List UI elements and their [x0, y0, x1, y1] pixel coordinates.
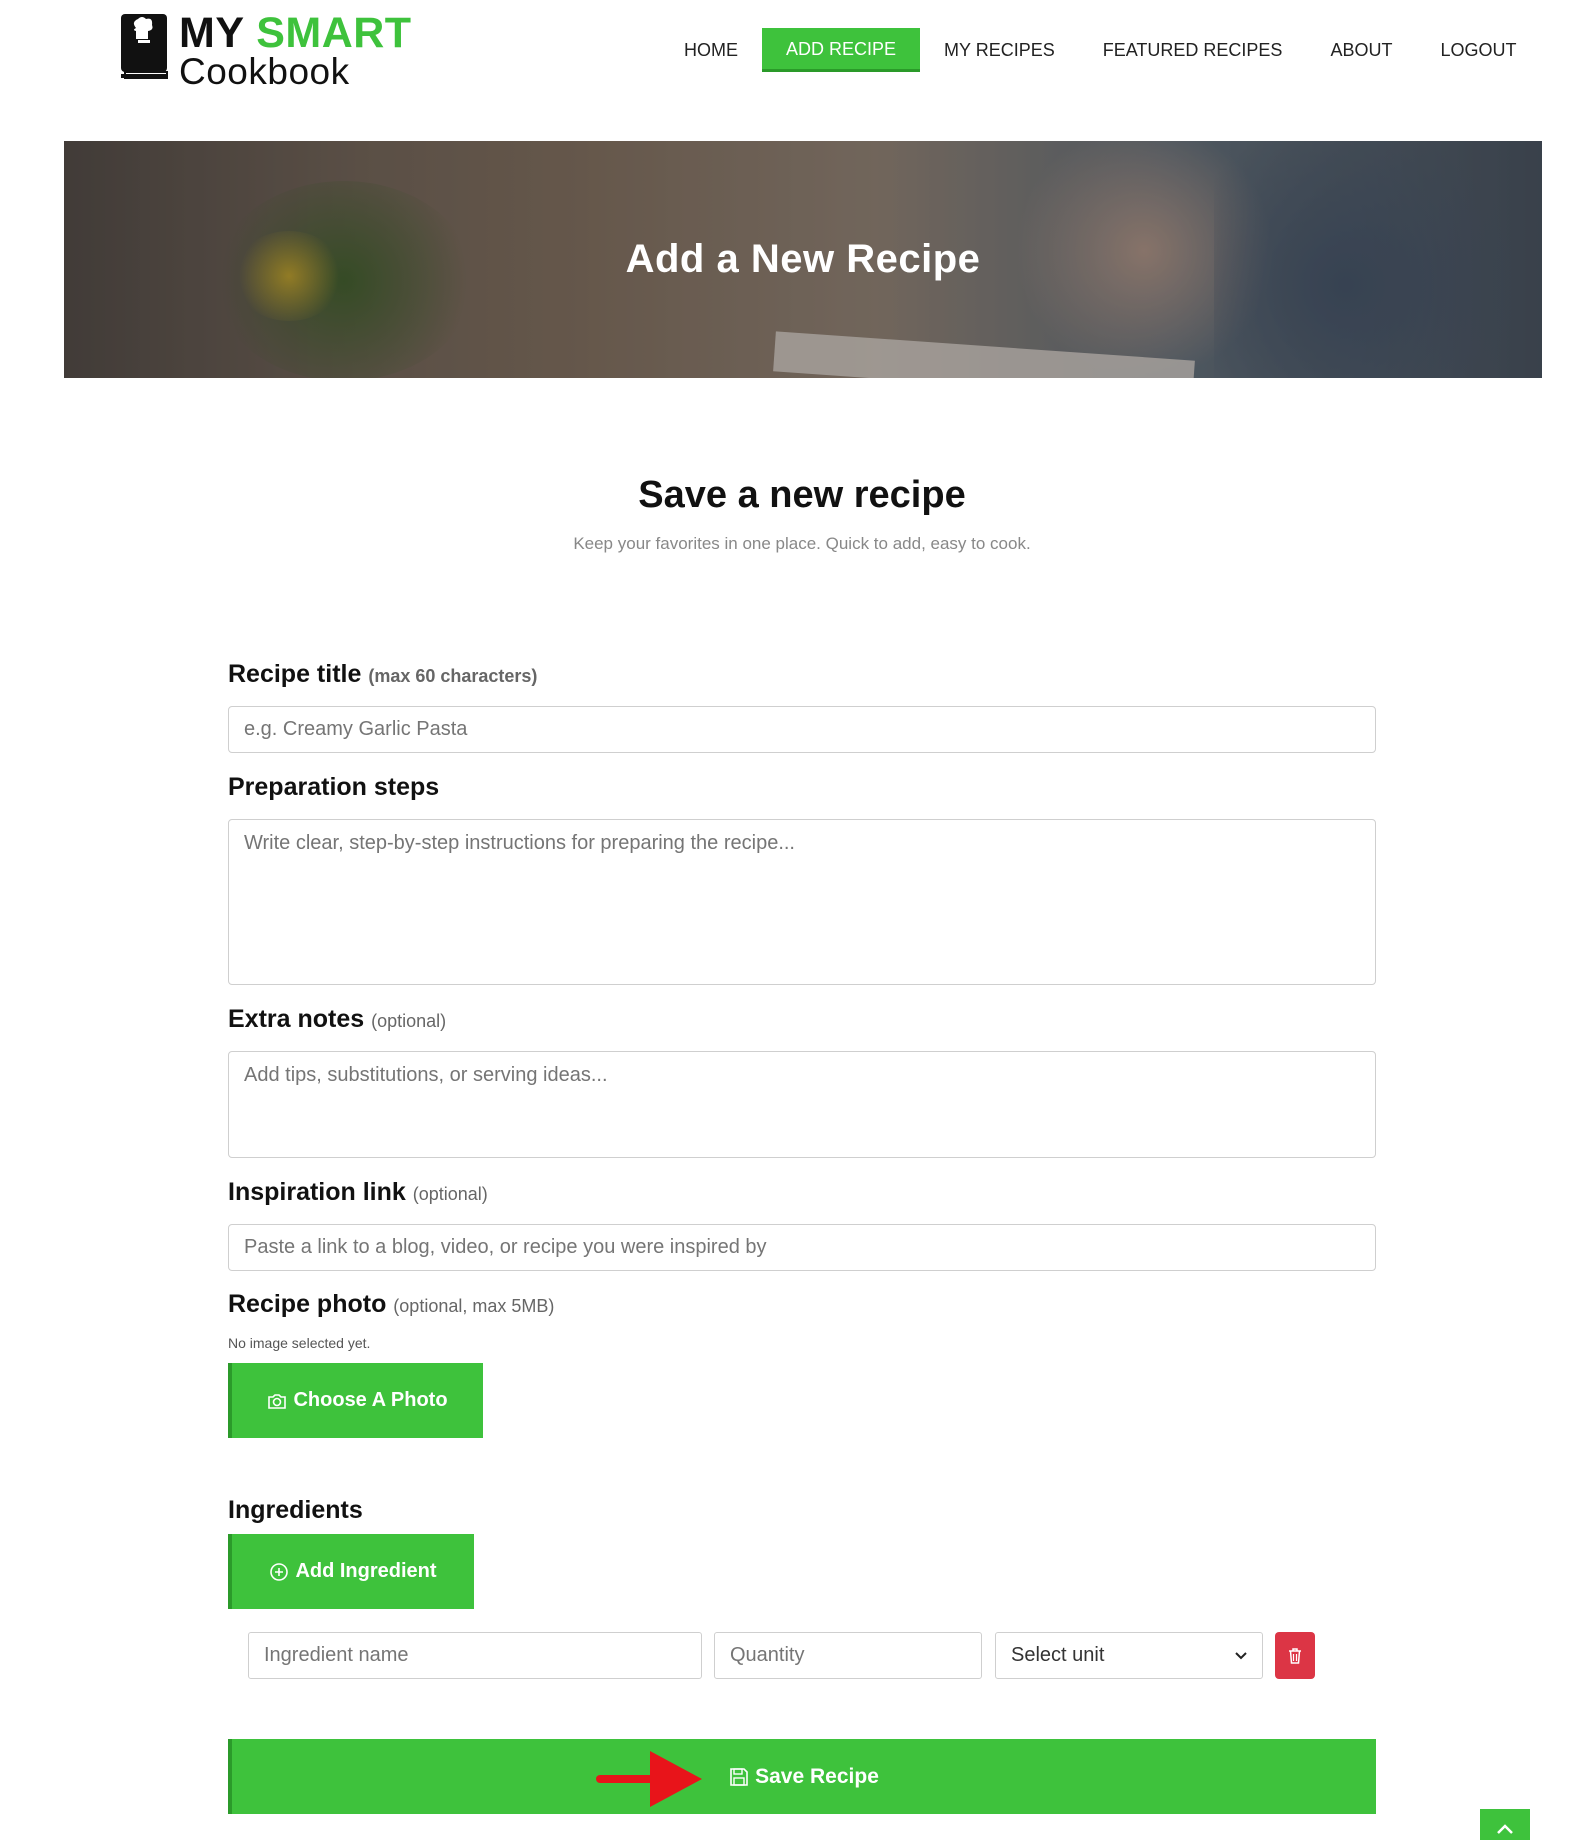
page-title: Save a new recipe: [638, 474, 966, 516]
ingredients-label: Ingredients: [228, 1496, 363, 1524]
ingredient-unit-select[interactable]: Select unit: [995, 1632, 1263, 1679]
recipe-photo-hint: (optional, max 5MB): [393, 1296, 555, 1316]
unit-select-value: Select unit: [1011, 1644, 1105, 1666]
main-nav: HOME ADD RECIPE MY RECIPES FEATURED RECI…: [660, 28, 1540, 72]
nav-featured-recipes[interactable]: FEATURED RECIPES: [1079, 28, 1307, 72]
ingredient-name-input[interactable]: [248, 1632, 702, 1679]
plus-circle-icon: [270, 1562, 289, 1581]
save-recipe-button[interactable]: Save Recipe: [228, 1739, 1376, 1814]
recipe-title-hint: (max 60 characters): [368, 666, 538, 686]
camera-icon: [268, 1393, 287, 1409]
page-subtitle: Keep your favorites in one place. Quick …: [573, 534, 1031, 553]
inspiration-link-label: Inspiration link (optional): [228, 1178, 488, 1206]
brand-word-cookbook: Cookbook: [179, 51, 350, 92]
delete-ingredient-button[interactable]: [1275, 1632, 1315, 1679]
nav-home[interactable]: HOME: [660, 28, 762, 72]
recipe-title-label: Recipe title (max 60 characters): [228, 660, 538, 688]
extra-notes-hint: (optional): [371, 1011, 447, 1031]
ingredient-quantity-input[interactable]: [714, 1632, 982, 1679]
site-header: MY SMART Cookbook HOME ADD RECIPE MY REC…: [0, 0, 1588, 110]
inspiration-link-hint: (optional): [412, 1184, 488, 1204]
floppy-disk-icon: [730, 1767, 748, 1786]
scroll-to-top-button[interactable]: [1480, 1809, 1530, 1840]
choose-photo-button[interactable]: Choose A Photo: [228, 1363, 483, 1438]
recipe-title-input[interactable]: [228, 706, 1376, 753]
nav-logout[interactable]: LOGOUT: [1416, 28, 1540, 72]
preparation-steps-textarea[interactable]: [228, 819, 1376, 985]
banner-title: Add a New Recipe: [625, 237, 981, 281]
extra-notes-label: Extra notes (optional): [228, 1005, 447, 1033]
photo-status-text: No image selected yet.: [228, 1335, 371, 1351]
add-ingredient-button[interactable]: Add Ingredient: [228, 1534, 474, 1609]
red-arrow-annotation: [596, 1751, 702, 1807]
recipe-photo-label: Recipe photo (optional, max 5MB): [228, 1290, 555, 1318]
nav-my-recipes[interactable]: MY RECIPES: [920, 28, 1079, 72]
nav-about[interactable]: ABOUT: [1306, 28, 1416, 72]
inspiration-link-input[interactable]: [228, 1224, 1376, 1271]
chevron-up-icon: [1497, 1824, 1513, 1834]
nav-add-recipe[interactable]: ADD RECIPE: [762, 28, 921, 72]
chevron-down-icon: [1235, 1651, 1247, 1659]
extra-notes-textarea[interactable]: [228, 1051, 1376, 1158]
site-logo[interactable]: MY SMART Cookbook: [119, 9, 419, 90]
hero-banner: Add a New Recipe: [64, 141, 1542, 378]
brand-word-my: MY: [179, 9, 244, 57]
brand-word-smart: SMART: [256, 9, 412, 57]
trash-icon: [1289, 1647, 1301, 1664]
cookbook-logo-icon: [119, 12, 169, 80]
preparation-steps-label: Preparation steps: [228, 773, 440, 801]
